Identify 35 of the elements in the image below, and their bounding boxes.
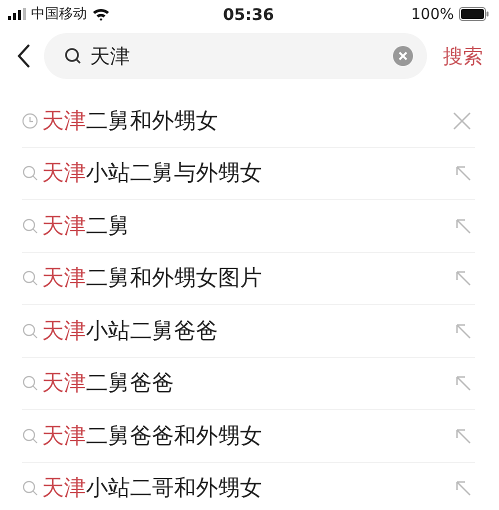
clear-icon[interactable] <box>393 46 413 66</box>
suggestion-text[interactable]: 天津小站二舅与外甥女 <box>42 158 262 188</box>
wifi-icon <box>92 7 110 21</box>
suggestion-text[interactable]: 天津二舅和外甥女图片 <box>42 263 262 294</box>
search-field[interactable]: 天津 <box>44 33 427 79</box>
search-icon <box>22 270 38 286</box>
suggestion-text[interactable]: 天津小站二哥和外甥女 <box>42 473 262 504</box>
fill-in-arrow-icon[interactable] <box>455 428 471 444</box>
battery-percent: 100% <box>411 5 454 23</box>
fill-in-arrow-icon[interactable] <box>455 270 471 286</box>
fill-in-arrow-icon[interactable] <box>455 322 471 339</box>
fill-in-arrow-icon[interactable] <box>455 480 471 496</box>
search-button[interactable]: 搜索 <box>439 42 487 70</box>
battery-icon <box>459 7 489 21</box>
carrier-name: 中国移动 <box>31 5 87 23</box>
delete-icon[interactable] <box>453 112 471 130</box>
search-icon <box>22 480 38 496</box>
clock-icon <box>22 112 38 129</box>
search-icon <box>22 428 38 444</box>
fill-in-arrow-icon[interactable] <box>455 218 471 234</box>
clock-time: 05:36 <box>223 4 274 24</box>
search-icon <box>22 322 38 339</box>
search-icon <box>64 47 82 65</box>
suggestion-text[interactable]: 天津二舅爸爸和外甥女 <box>42 420 262 451</box>
suggestion-text[interactable]: 天津小站二舅爸爸 <box>42 316 218 346</box>
suggestion-text[interactable]: 天津二舅 <box>42 210 130 241</box>
signal-icon <box>8 8 26 20</box>
fill-in-arrow-icon[interactable] <box>455 165 471 182</box>
search-icon <box>22 218 38 234</box>
fill-in-arrow-icon[interactable] <box>455 375 471 392</box>
back-icon[interactable] <box>16 43 32 69</box>
search-icon <box>22 375 38 392</box>
suggestion-text[interactable]: 天津二舅爸爸 <box>42 368 174 398</box>
search-icon <box>22 165 38 182</box>
suggestion-text[interactable]: 天津二舅和外甥女 <box>42 106 218 136</box>
